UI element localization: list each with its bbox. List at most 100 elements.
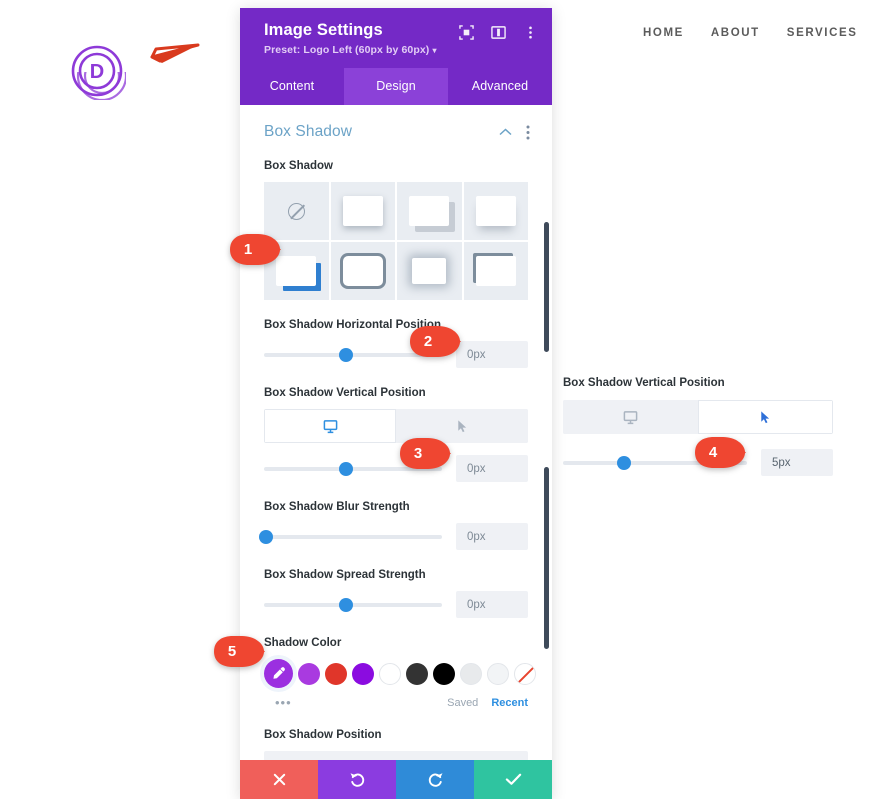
box-shadow-presets-field: Box Shadow [240, 159, 552, 300]
preset-outline-top-left[interactable] [463, 242, 528, 300]
badge-2-number: 2 [423, 333, 433, 350]
swatch-purple[interactable] [298, 662, 320, 685]
horizontal-position-field: Box Shadow Horizontal Position 0px [240, 318, 552, 368]
redo-icon [428, 773, 442, 787]
panel-preset-label: Preset: Logo Left (60px by 60px) [264, 44, 430, 56]
spread-strength-label: Box Shadow Spread Strength [264, 569, 426, 581]
badge-5: 5 [212, 635, 266, 668]
more-vertical-icon[interactable] [523, 25, 538, 40]
save-button[interactable] [474, 760, 552, 799]
logo-letter: D [90, 61, 104, 83]
undo-button[interactable] [318, 760, 396, 799]
blur-strength-input[interactable]: 0px [456, 523, 528, 550]
spread-strength-field: Box Shadow Spread Strength 0px [240, 568, 552, 618]
chevron-up-icon[interactable] [499, 128, 512, 136]
badge-1-number: 1 [243, 241, 253, 258]
tab-advanced[interactable]: Advanced [448, 68, 552, 105]
saved-colors-tab[interactable]: Saved [447, 697, 478, 709]
box-shadow-presets-label: Box Shadow [264, 160, 334, 172]
cursor-icon [761, 410, 770, 423]
panel-preset[interactable]: Preset: Logo Left (60px by 60px) ▾ [264, 44, 536, 56]
float-responsive-tab-hover[interactable] [698, 400, 833, 434]
float-responsive-tabs [563, 400, 833, 434]
preset-offset-right-down[interactable] [397, 182, 462, 240]
horizontal-position-slider-knob[interactable] [338, 347, 353, 362]
swatch-white[interactable] [379, 662, 401, 685]
swatch-black[interactable] [433, 662, 455, 685]
cursor-icon [457, 419, 466, 432]
preset-outline-all[interactable] [330, 242, 395, 300]
horizontal-position-input[interactable]: 0px [456, 341, 528, 368]
vertical-position-responsive-tabs [264, 409, 528, 443]
vertical-position-label: Box Shadow Vertical Position [264, 387, 426, 399]
layout-panel-icon[interactable] [491, 25, 506, 40]
badge-4: 4 [693, 436, 747, 469]
check-icon [505, 773, 521, 785]
nav-item-services[interactable]: SERVICES [787, 27, 858, 39]
color-picker-button[interactable] [264, 659, 293, 688]
panel-header: Image Settings Preset: Logo Left (60px b… [240, 8, 552, 68]
vertical-position-input[interactable]: 0px [456, 455, 528, 482]
site-nav[interactable]: HOME ABOUT SERVICES CONT [643, 27, 880, 39]
badge-3: 3 [398, 437, 452, 470]
site-logo[interactable]: D [70, 44, 126, 100]
panel-action-bar [240, 760, 552, 799]
eyedropper-icon [273, 667, 285, 679]
box-shadow-preset-grid [264, 182, 528, 300]
shadow-position-label: Box Shadow Position [264, 729, 382, 741]
spread-strength-slider[interactable] [264, 597, 442, 612]
no-shadow-icon [287, 202, 305, 220]
nav-item-about[interactable]: ABOUT [711, 27, 760, 39]
tab-content[interactable]: Content [240, 68, 344, 105]
box-shadow-section-header: Box Shadow [240, 105, 552, 141]
float-vertical-position-label: Box Shadow Vertical Position [563, 377, 725, 389]
nav-item-home[interactable]: HOME [643, 27, 684, 39]
blur-strength-slider[interactable] [258, 529, 442, 544]
vertical-position-field: Box Shadow Vertical Position 0px [240, 386, 552, 482]
float-responsive-tab-desktop[interactable] [563, 400, 698, 434]
badge-5-number: 5 [227, 643, 237, 660]
float-vertical-position-input[interactable]: 5px [761, 449, 833, 476]
preset-large-bottom[interactable] [463, 182, 528, 240]
panel-header-icons [459, 25, 538, 40]
panel-scrollbar-lower[interactable] [544, 467, 549, 649]
spread-strength-slider-knob[interactable] [338, 597, 353, 612]
screenshot-root: D HOME ABOUT SERVICES CONT Image Setting… [0, 0, 880, 799]
undo-icon [350, 773, 364, 787]
swatch-transparent[interactable] [514, 662, 536, 685]
responsive-tab-desktop[interactable] [264, 409, 396, 443]
desktop-icon [623, 410, 638, 424]
swatch-red[interactable] [325, 662, 347, 685]
float-vertical-position-slider-knob[interactable] [616, 455, 631, 470]
panel-scrollbar-upper[interactable] [544, 222, 549, 352]
shadow-position-select[interactable]: Outer Shadow [264, 751, 528, 760]
panel-body: Box Shadow Box Shadow Box Shadow Horizon… [240, 105, 552, 760]
preset-glow[interactable] [397, 242, 462, 300]
section-more-vertical-icon[interactable] [526, 125, 530, 140]
shadow-color-meta: ••• Saved Recent [264, 695, 528, 710]
swatch-dark-gray[interactable] [406, 662, 428, 685]
close-icon [273, 773, 285, 786]
blur-strength-label: Box Shadow Blur Strength [264, 501, 410, 513]
shadow-color-label: Shadow Color [264, 637, 342, 649]
swatch-light-gray[interactable] [460, 662, 482, 685]
redo-button[interactable] [396, 760, 474, 799]
tab-design[interactable]: Design [344, 68, 448, 105]
swatch-off-white[interactable] [487, 662, 509, 685]
spread-strength-input[interactable]: 0px [456, 591, 528, 618]
focus-icon[interactable] [459, 25, 474, 40]
preset-soft-bottom[interactable] [330, 182, 395, 240]
shadow-position-field: Box Shadow Position Outer Shadow [240, 728, 552, 760]
preset-none[interactable] [264, 182, 329, 240]
more-colors-button[interactable]: ••• [264, 695, 447, 710]
blur-strength-slider-knob[interactable] [258, 529, 273, 544]
cancel-button[interactable] [240, 760, 318, 799]
recent-colors-tab[interactable]: Recent [491, 697, 528, 709]
vertical-position-slider-knob[interactable] [338, 461, 353, 476]
badge-4-number: 4 [708, 444, 718, 461]
horizontal-position-label: Box Shadow Horizontal Position [264, 319, 441, 331]
panel-tabs: Content Design Advanced [240, 68, 552, 105]
swatch-violet[interactable] [352, 662, 374, 685]
badge-2: 2 [408, 325, 462, 358]
pointer-arrow [150, 43, 200, 63]
